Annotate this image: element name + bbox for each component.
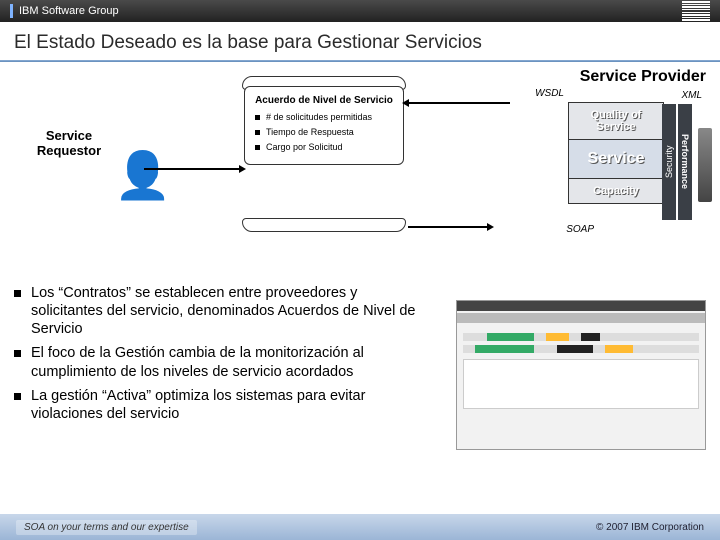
xml-label: XML [681,90,702,101]
accent-bar [10,4,13,18]
bullet-text: El foco de la Gestión cambia de la monit… [31,344,426,380]
thumb-seg-dark [557,345,592,353]
capacity-box: Capacity [568,178,664,204]
header-group-label: IBM Software Group [19,5,119,17]
content-bullets: Los “Contratos” se establecen entre prov… [0,278,440,435]
arrow-scroll-to-soap [408,226,488,228]
sla-scroll: Acuerdo de Nivel de Servicio # de solici… [244,86,404,165]
footer-copyright: © 2007 IBM Corporation [596,522,704,533]
bullet-icon [14,350,21,357]
scroll-bottom-curl [242,218,406,232]
thumb-panel [463,359,699,409]
bullet-icon [14,290,21,297]
screenshot-thumbnail [456,300,706,450]
bullet-icon [255,145,260,150]
requestor-label: Service Requestor [14,128,124,158]
sla-heading: Acuerdo de Nivel de Servicio [255,95,393,106]
arrow-provider-to-scroll [408,102,510,104]
sla-item: Cargo por Solicitud [266,142,343,153]
thumb-seg-yellow [546,333,570,341]
thumb-seg-green [487,333,534,341]
bullet-icon [255,115,260,120]
thumb-toolbar [457,313,705,323]
bullet-icon [14,393,21,400]
service-diagram: Service Provider WSDL XML SOAP Service R… [14,68,706,278]
bullet-text: Los “Contratos” se establecen entre prov… [31,284,426,338]
thumb-track [463,345,699,353]
thumb-seg-green [475,345,534,353]
page-footer: SOA on your terms and our expertise © 20… [0,514,720,540]
arrow-requestor-to-scroll [144,168,240,170]
thumb-seg-dark [581,333,600,341]
bullet-text: La gestión “Activa” optimiza los sistema… [31,387,426,423]
performance-rail: Performance [678,104,692,220]
footer-tagline: SOA on your terms and our expertise [16,520,197,535]
title-rule [0,60,720,62]
qos-box: Quality of Service [568,102,664,140]
thumb-seg-yellow [605,345,633,353]
soap-label: SOAP [566,224,594,235]
app-header: IBM Software Group [0,0,720,22]
service-stack: Quality of Service Service Capacity [568,102,664,204]
thumb-titlebar [457,301,705,311]
person-icon: 👤 [114,148,171,203]
security-rail: Security [662,104,676,220]
ibm-logo-icon [682,1,710,20]
sla-item: # de solicitudes permitidas [266,112,372,123]
provider-label: Service Provider [580,68,706,86]
sla-item: Tiempo de Respuesta [266,127,354,138]
server-icon [698,128,712,202]
thumb-track [463,333,699,341]
wsdl-label: WSDL [535,88,564,99]
service-box: Service [568,140,664,178]
page-title: El Estado Deseado es la base para Gestio… [0,22,720,60]
bullet-icon [255,130,260,135]
